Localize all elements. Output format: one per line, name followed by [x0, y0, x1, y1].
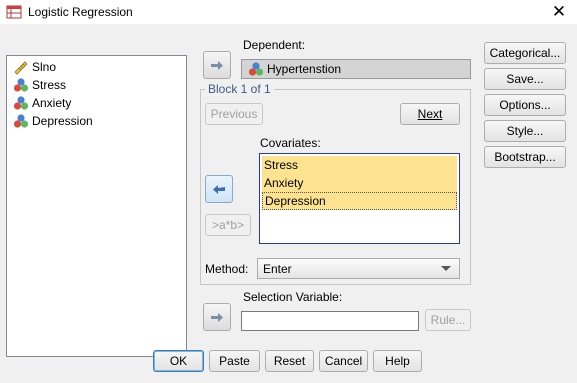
dependent-value: Hypertenstion	[267, 62, 342, 76]
style-label: Style...	[506, 124, 544, 138]
method-value: Enter	[263, 261, 292, 276]
scale-ruler-icon	[14, 61, 28, 75]
bootstrap-label: Bootstrap...	[494, 150, 556, 164]
ok-label: OK	[169, 354, 188, 368]
method-select[interactable]: Enter	[257, 258, 460, 279]
method-label: Method:	[205, 262, 249, 276]
next-label: Next	[417, 107, 443, 121]
move-to-selection-button[interactable]	[203, 303, 231, 331]
window-title: Logistic Regression	[28, 5, 133, 19]
list-item[interactable]: Anxiety	[13, 94, 71, 112]
move-to-covariates-button[interactable]	[205, 175, 233, 203]
arrow-right-icon	[211, 313, 223, 322]
paste-label: Paste	[219, 354, 250, 368]
block-legend: Block 1 of 1	[205, 82, 274, 96]
categorical-button[interactable]: Categorical...	[484, 42, 566, 64]
list-item[interactable]: Anxiety	[262, 174, 457, 192]
cancel-label: Cancel	[324, 354, 363, 368]
previous-button[interactable]: Previous	[205, 103, 263, 125]
variable-label: Depression	[32, 114, 93, 128]
categorical-label: Categorical...	[489, 46, 561, 60]
interaction-button[interactable]: >a*b>	[205, 214, 251, 236]
selection-variable-label: Selection Variable:	[243, 290, 343, 304]
nominal-balls-icon	[13, 114, 29, 128]
list-item[interactable]: Slno	[13, 58, 56, 76]
variable-label: Slno	[32, 60, 57, 74]
next-button[interactable]: Next	[400, 103, 460, 125]
selection-variable-field[interactable]	[241, 311, 419, 331]
covariates-list[interactable]: Stress Anxiety Depression	[259, 153, 460, 244]
paste-button[interactable]: Paste	[209, 350, 260, 372]
variable-label: Stress	[32, 78, 67, 92]
arrow-right-icon	[211, 61, 223, 70]
dependent-label: Dependent:	[243, 38, 306, 52]
variable-label: Anxiety	[32, 96, 72, 110]
help-button[interactable]: Help	[373, 350, 422, 372]
cancel-button[interactable]: Cancel	[319, 350, 368, 372]
options-button[interactable]: Options...	[484, 94, 566, 116]
ok-button[interactable]: OK	[153, 350, 204, 372]
list-item[interactable]: Stress	[262, 156, 457, 174]
reset-label: Reset	[273, 354, 306, 368]
nominal-balls-icon	[248, 62, 264, 76]
covariates-label: Covariates:	[260, 136, 321, 150]
move-to-dependent-button[interactable]	[203, 51, 231, 79]
app-icon	[6, 4, 22, 20]
dependent-field[interactable]: Hypertenstion	[241, 59, 471, 79]
bootstrap-button[interactable]: Bootstrap...	[484, 146, 566, 168]
style-button[interactable]: Style...	[484, 120, 566, 142]
previous-label: Previous	[210, 107, 258, 121]
rule-button[interactable]: Rule...	[425, 309, 471, 331]
options-label: Options...	[499, 98, 551, 112]
chevron-down-icon	[441, 266, 451, 271]
nominal-balls-icon	[13, 96, 29, 110]
help-label: Help	[385, 354, 410, 368]
list-item[interactable]: Stress	[13, 76, 66, 94]
nominal-balls-icon	[13, 78, 29, 92]
save-button[interactable]: Save...	[484, 68, 566, 90]
variable-list[interactable]: Slno Stress Anxiety Depression	[6, 55, 187, 357]
interaction-label: >a*b>	[211, 218, 245, 232]
list-item[interactable]: Depression	[262, 192, 457, 210]
list-item[interactable]: Depression	[13, 112, 93, 130]
reset-button[interactable]: Reset	[265, 350, 314, 372]
close-icon[interactable]: ✕	[546, 1, 572, 23]
rule-label: Rule...	[430, 313, 466, 327]
save-label: Save...	[506, 72, 544, 86]
arrow-left-icon	[213, 185, 225, 194]
